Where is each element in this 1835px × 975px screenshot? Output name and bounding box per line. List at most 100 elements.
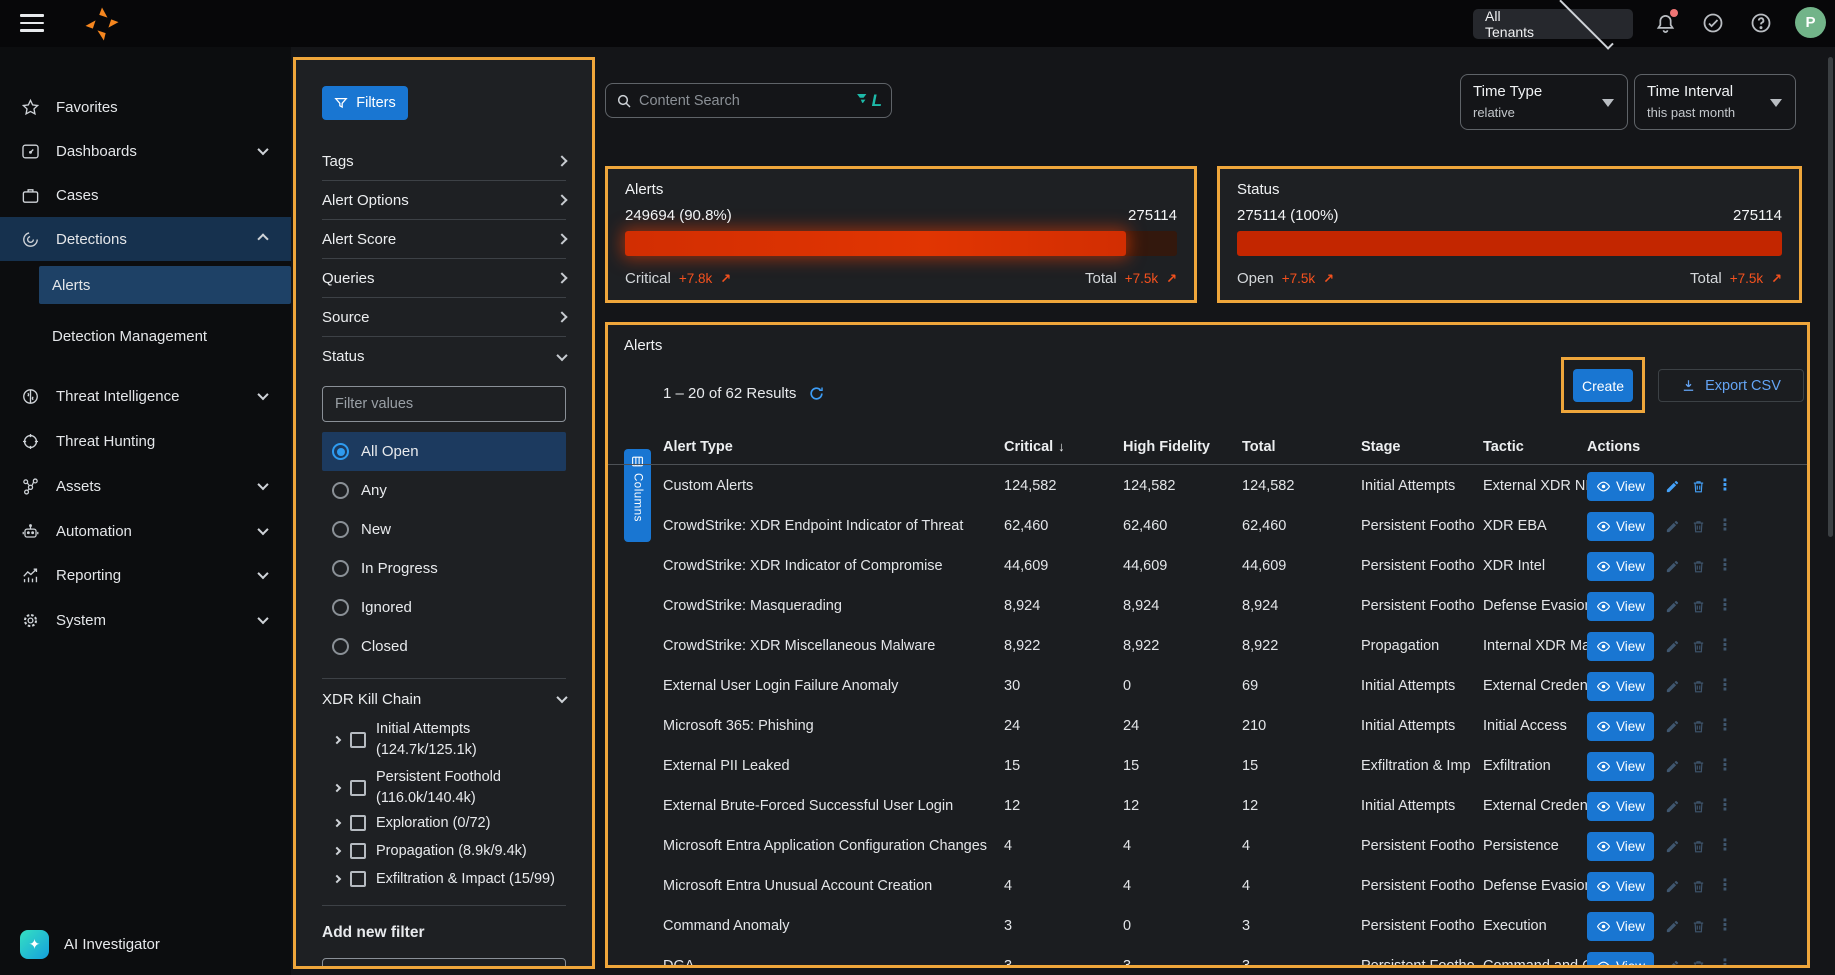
- status-option-new[interactable]: New: [322, 510, 566, 549]
- filter-values-input[interactable]: [322, 386, 566, 422]
- sidebar-item-ai-investigator[interactable]: ✦ AI Investigator: [0, 922, 291, 966]
- expand-icon[interactable]: [333, 819, 341, 827]
- more-actions-icon[interactable]: ⋮: [1717, 838, 1733, 854]
- view-button[interactable]: View: [1587, 552, 1654, 581]
- tasks-check-icon[interactable]: [1698, 8, 1728, 38]
- delete-icon[interactable]: [1691, 959, 1706, 969]
- view-button[interactable]: View: [1587, 632, 1654, 661]
- more-actions-icon[interactable]: ⋮: [1717, 918, 1733, 934]
- filters-button[interactable]: Filters: [322, 86, 408, 120]
- kill-chain-item-initial-attempts[interactable]: Initial Attempts (124.7k/125.1k): [322, 719, 566, 761]
- help-icon[interactable]: [1746, 8, 1776, 38]
- more-actions-icon[interactable]: ⋮: [1717, 798, 1733, 814]
- sidebar-item-dashboards[interactable]: Dashboards: [0, 129, 291, 173]
- header-total[interactable]: Total: [1242, 439, 1361, 455]
- more-actions-icon[interactable]: ⋮: [1717, 518, 1733, 534]
- status-option-all-open[interactable]: All Open: [322, 432, 566, 471]
- delete-icon[interactable]: [1691, 919, 1706, 934]
- notifications-bell-icon[interactable]: [1650, 8, 1680, 38]
- view-button[interactable]: View: [1587, 832, 1654, 861]
- delete-icon[interactable]: [1691, 679, 1706, 694]
- delete-icon[interactable]: [1691, 759, 1706, 774]
- sidebar-item-threat-intelligence[interactable]: Threat Intelligence: [0, 374, 291, 418]
- kill-chain-item-persistent-foothold[interactable]: Persistent Foothold (116.0k/140.4k): [322, 767, 566, 809]
- expand-icon[interactable]: [333, 736, 341, 744]
- select-filter-input[interactable]: [322, 958, 566, 969]
- header-stage[interactable]: Stage: [1361, 439, 1483, 455]
- more-actions-icon[interactable]: ⋮: [1717, 758, 1733, 774]
- edit-icon[interactable]: [1665, 759, 1680, 774]
- time-type-select[interactable]: Time Type relative: [1460, 74, 1628, 130]
- refresh-icon[interactable]: [808, 385, 825, 402]
- sidebar-item-automation[interactable]: Automation: [0, 509, 291, 553]
- query-language-icon[interactable]: L: [857, 91, 881, 111]
- delete-icon[interactable]: [1691, 519, 1706, 534]
- view-button[interactable]: View: [1587, 472, 1654, 501]
- filter-section-status[interactable]: Status: [322, 337, 566, 376]
- edit-icon[interactable]: [1665, 559, 1680, 574]
- sidebar-item-alerts[interactable]: Alerts: [39, 266, 291, 304]
- expand-icon[interactable]: [333, 784, 341, 792]
- page-scrollbar[interactable]: [1828, 57, 1833, 537]
- checkbox-icon[interactable]: [350, 871, 366, 887]
- edit-icon[interactable]: [1665, 879, 1680, 894]
- delete-icon[interactable]: [1691, 799, 1706, 814]
- sidebar-item-detection-management[interactable]: Detection Management: [39, 317, 291, 355]
- filter-section-tags[interactable]: Tags: [322, 142, 566, 181]
- edit-icon[interactable]: [1665, 719, 1680, 734]
- more-actions-icon[interactable]: ⋮: [1717, 878, 1733, 894]
- filter-section-queries[interactable]: Queries: [322, 259, 566, 298]
- sidebar-item-favorites[interactable]: Favorites: [0, 85, 291, 129]
- view-button[interactable]: View: [1587, 952, 1654, 969]
- edit-icon[interactable]: [1665, 639, 1680, 654]
- view-button[interactable]: View: [1587, 592, 1654, 621]
- more-actions-icon[interactable]: ⋮: [1717, 678, 1733, 694]
- expand-icon[interactable]: [333, 875, 341, 883]
- edit-icon[interactable]: [1665, 599, 1680, 614]
- status-option-ignored[interactable]: Ignored: [322, 588, 566, 627]
- delete-icon[interactable]: [1691, 879, 1706, 894]
- more-actions-icon[interactable]: ⋮: [1717, 598, 1733, 614]
- sidebar-item-reporting[interactable]: Reporting: [0, 553, 291, 597]
- more-actions-icon[interactable]: ⋮: [1717, 558, 1733, 574]
- view-button[interactable]: View: [1587, 872, 1654, 901]
- view-button[interactable]: View: [1587, 912, 1654, 941]
- expand-icon[interactable]: [333, 847, 341, 855]
- kill-chain-header[interactable]: XDR Kill Chain: [322, 679, 566, 719]
- header-tactic[interactable]: Tactic: [1483, 439, 1587, 455]
- checkbox-icon[interactable]: [350, 780, 366, 796]
- delete-icon[interactable]: [1691, 839, 1706, 854]
- edit-icon[interactable]: [1665, 959, 1680, 969]
- sidebar-item-detections[interactable]: Detections: [0, 217, 291, 261]
- header-alert-type[interactable]: Alert Type: [663, 439, 1004, 455]
- view-button[interactable]: View: [1587, 712, 1654, 741]
- delete-icon[interactable]: [1691, 599, 1706, 614]
- kill-chain-item-exfiltration-impact[interactable]: Exfiltration & Impact (15/99): [322, 865, 566, 893]
- brand-logo-icon[interactable]: [80, 2, 124, 49]
- view-button[interactable]: View: [1587, 672, 1654, 701]
- more-actions-icon[interactable]: ⋮: [1717, 958, 1733, 968]
- view-button[interactable]: View: [1587, 752, 1654, 781]
- create-button[interactable]: Create: [1573, 369, 1633, 402]
- status-option-closed[interactable]: Closed: [322, 627, 566, 666]
- filter-section-source[interactable]: Source: [322, 298, 566, 337]
- checkbox-icon[interactable]: [350, 732, 366, 748]
- header-high-fidelity[interactable]: High Fidelity: [1123, 439, 1242, 455]
- edit-icon[interactable]: [1665, 519, 1680, 534]
- more-actions-icon[interactable]: ⋮: [1717, 718, 1733, 734]
- delete-icon[interactable]: [1691, 559, 1706, 574]
- checkbox-icon[interactable]: [350, 815, 366, 831]
- edit-icon[interactable]: [1665, 839, 1680, 854]
- status-option-in-progress[interactable]: In Progress: [322, 549, 566, 588]
- menu-icon[interactable]: [20, 14, 44, 32]
- filter-section-alert-score[interactable]: Alert Score: [322, 220, 566, 259]
- edit-icon[interactable]: [1665, 479, 1680, 494]
- sidebar-item-cases[interactable]: Cases: [0, 173, 291, 217]
- kill-chain-item-propagation[interactable]: Propagation (8.9k/9.4k): [322, 837, 566, 865]
- filter-section-alert-options[interactable]: Alert Options: [322, 181, 566, 220]
- kill-chain-item-exploration[interactable]: Exploration (0/72): [322, 809, 566, 837]
- view-button[interactable]: View: [1587, 792, 1654, 821]
- more-actions-icon[interactable]: ⋮: [1717, 638, 1733, 654]
- delete-icon[interactable]: [1691, 479, 1706, 494]
- edit-icon[interactable]: [1665, 799, 1680, 814]
